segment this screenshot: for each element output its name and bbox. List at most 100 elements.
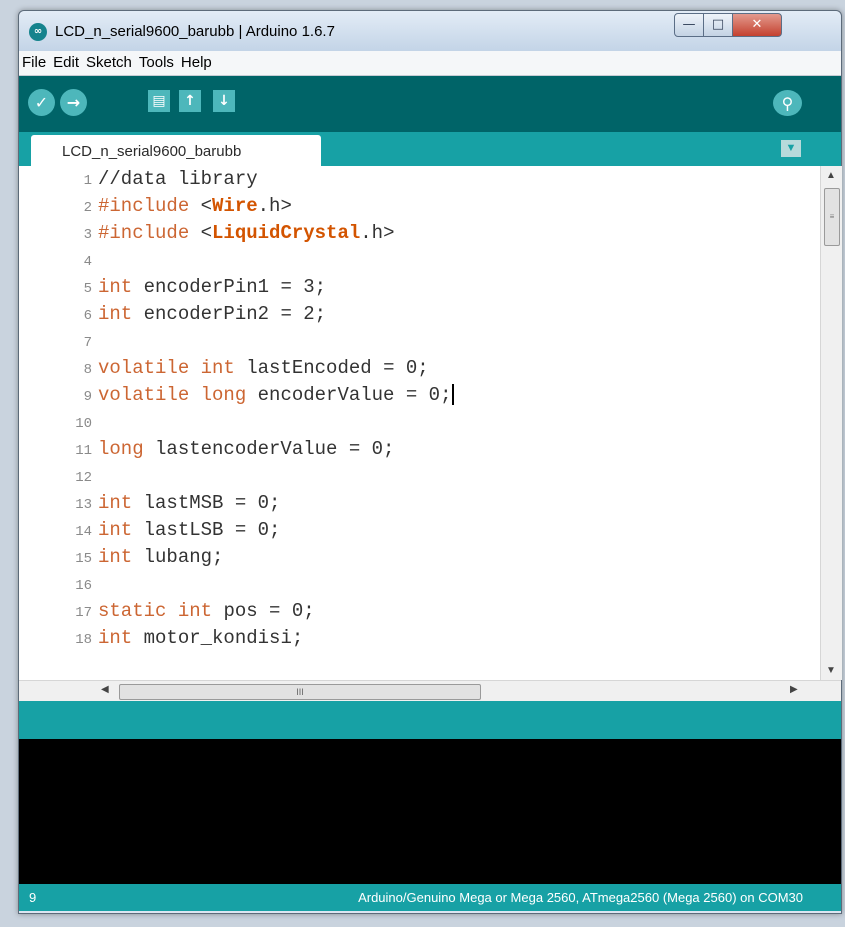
code-text: lastencoderValue = 0; (143, 438, 395, 460)
menu-tools[interactable]: Tools (136, 51, 178, 75)
arduino-ide-window: ∞ LCD_n_serial9600_barubb | Arduino 1.6.… (18, 10, 842, 914)
code-text: //data library (98, 168, 258, 190)
line-number: 17 (75, 605, 92, 621)
code-line: 14 int lastLSB = 0; (19, 517, 820, 544)
tab-label: LCD_n_serial9600_barubb (62, 143, 242, 160)
code-text: lastLSB = 0; (132, 519, 281, 541)
code-keyword: #include (98, 222, 190, 244)
line-number: 10 (75, 416, 92, 432)
code-keyword: static (98, 600, 167, 622)
line-number: 11 (75, 443, 92, 459)
code-line: 16 (19, 571, 820, 598)
line-number: 6 (83, 308, 92, 324)
scroll-left-icon[interactable]: ◀ (101, 684, 109, 695)
code-line: 4 (19, 247, 820, 274)
code-keyword: long (98, 438, 144, 460)
code-text: encoderPin2 = 2; (132, 303, 327, 325)
code-line: 11 long lastencoderValue = 0; (19, 436, 820, 463)
window-title: LCD_n_serial9600_barubb | Arduino 1.6.7 (55, 23, 335, 40)
menu-bar: File Edit Sketch Tools Help (19, 51, 841, 76)
code-text: .h> (257, 195, 292, 217)
arduino-logo-icon: ∞ (29, 23, 47, 41)
code-line: 18 int motor_kondisi; (19, 625, 820, 652)
code-text: encoderPin1 = 3; (132, 276, 327, 298)
line-number: 7 (83, 335, 92, 351)
minimize-button[interactable]: — (674, 13, 704, 37)
code-line: 13 int lastMSB = 0; (19, 490, 820, 517)
vertical-scroll-thumb[interactable]: ≡ (824, 188, 840, 246)
line-number: 3 (83, 227, 92, 243)
code-text: pos = 0; (212, 600, 315, 622)
tab-menu-button[interactable]: ▼ (781, 140, 801, 157)
arrow-down-icon: ↓ (218, 93, 230, 109)
scroll-up-icon[interactable]: ▲ (821, 170, 841, 181)
horizontal-scroll-thumb[interactable]: III (119, 684, 481, 700)
code-keyword: int (98, 627, 133, 649)
save-sketch-button[interactable]: ↓ (213, 90, 235, 112)
menu-file[interactable]: File (19, 51, 50, 75)
code-line: 6 int encoderPin2 = 2; (19, 301, 820, 328)
line-number: 1 (83, 173, 92, 189)
line-number: 2 (83, 200, 92, 216)
arrow-up-icon: ↑ (184, 93, 196, 109)
scroll-right-icon[interactable]: ▶ (790, 684, 798, 695)
code-line: 17 static int pos = 0; (19, 598, 820, 625)
scroll-down-icon[interactable]: ▼ (821, 665, 841, 676)
line-number: 18 (75, 632, 92, 648)
code-editor[interactable]: 1//data library 2 #include <Wire.h> 3 #inc… (19, 166, 820, 680)
code-text: .h> (360, 222, 395, 244)
code-text: lubang; (132, 546, 224, 568)
line-number: 12 (75, 470, 92, 486)
menu-sketch[interactable]: Sketch (83, 51, 136, 75)
line-number: 16 (75, 578, 92, 594)
menu-help[interactable]: Help (178, 51, 216, 75)
message-bar (19, 701, 841, 739)
menu-edit[interactable]: Edit (50, 51, 83, 75)
code-text: encoderValue = 0; (246, 384, 452, 406)
tab-strip: LCD_n_serial9600_barubb ▼ (19, 132, 841, 166)
vertical-scrollbar[interactable]: ▲ ≡ ▼ (820, 166, 842, 680)
line-number: 8 (83, 362, 92, 378)
code-keyword: int (98, 303, 133, 325)
code-keyword: long (200, 384, 247, 406)
code-library: LiquidCrystal (212, 222, 361, 244)
line-number: 5 (83, 281, 92, 297)
code-text: motor_kondisi; (132, 627, 304, 649)
code-text: lastEncoded = 0; (234, 357, 429, 379)
code-keyword: int (177, 600, 213, 622)
code-line: 2 #include <Wire.h> (19, 193, 820, 220)
serial-monitor-button[interactable]: ⚲ (773, 90, 802, 116)
code-text: < (189, 195, 213, 217)
open-sketch-button[interactable]: ↑ (179, 90, 201, 112)
code-keyword: #include (98, 195, 190, 217)
code-line: 7 (19, 328, 820, 355)
upload-button[interactable]: → (60, 89, 87, 116)
code-line: 5 int encoderPin1 = 3; (19, 274, 820, 301)
line-number: 14 (75, 524, 92, 540)
close-button[interactable]: ✕ (732, 13, 782, 37)
verify-button[interactable]: ✓ (28, 89, 55, 116)
code-keyword: int (98, 519, 133, 541)
magnifier-icon: ⚲ (781, 94, 794, 113)
code-text: lastMSB = 0; (132, 492, 281, 514)
code-keyword: int (98, 276, 133, 298)
code-line: 15 int lubang; (19, 544, 820, 571)
code-line: 8 volatile int lastEncoded = 0; (19, 355, 820, 382)
code-keyword: int (98, 492, 133, 514)
tab-sketch[interactable]: LCD_n_serial9600_barubb (31, 135, 321, 166)
code-line: 1 //data library (19, 166, 820, 193)
line-number: 4 (83, 254, 92, 270)
maximize-button[interactable]: □ (703, 13, 733, 37)
code-keyword: volatile (98, 384, 190, 406)
text-cursor (452, 384, 455, 406)
chevron-down-icon: ▼ (785, 142, 797, 154)
title-bar[interactable]: ∞ LCD_n_serial9600_barubb | Arduino 1.6.… (19, 11, 841, 51)
code-line: 9 volatile long encoderValue = 0; (19, 382, 820, 409)
line-number: 15 (75, 551, 92, 567)
console-output[interactable] (19, 739, 841, 884)
horizontal-scrollbar[interactable]: ◀ III ▶ (19, 680, 841, 702)
code-keyword: int (98, 546, 133, 568)
new-sketch-button[interactable]: ▤ (148, 90, 170, 112)
status-board-info: Arduino/Genuino Mega or Mega 2560, ATmeg… (358, 890, 803, 905)
checkmark-icon: ✓ (34, 93, 49, 112)
